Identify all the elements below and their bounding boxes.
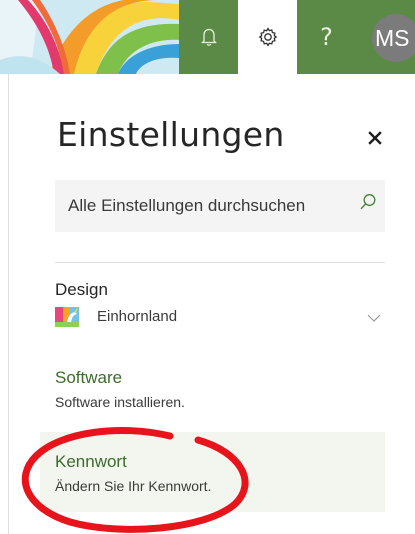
design-value[interactable]: Einhornland [97, 308, 177, 325]
close-icon [368, 131, 382, 145]
top-header: ? MS [0, 0, 415, 74]
help-button[interactable]: ? [297, 0, 356, 74]
section-divider [55, 262, 385, 263]
panel-left-border [8, 74, 9, 534]
software-item[interactable]: Software Software installieren. [40, 352, 385, 428]
password-subtitle: Ändern Sie Ihr Kennwort. [55, 478, 212, 494]
bell-icon [200, 28, 217, 46]
panel-title: Einstellungen [57, 115, 285, 154]
help-label: ? [320, 23, 333, 51]
rainbow-theme-banner [0, 0, 179, 74]
settings-panel: Einstellungen Alle Einstellungen durchsu… [0, 74, 415, 534]
design-label: Design [55, 280, 108, 299]
password-title[interactable]: Kennwort [55, 452, 127, 472]
settings-search-input[interactable]: Alle Einstellungen durchsuchen [55, 180, 385, 232]
unicorn-theme-thumbnail [55, 307, 79, 327]
password-item[interactable]: Kennwort Ändern Sie Ihr Kennwort. [40, 432, 385, 512]
chevron-down-icon[interactable] [367, 314, 381, 322]
search-placeholder: Alle Einstellungen durchsuchen [68, 196, 306, 215]
avatar[interactable]: MS [372, 14, 415, 62]
software-title[interactable]: Software [55, 368, 122, 388]
notifications-button[interactable] [179, 0, 238, 74]
close-button[interactable] [364, 127, 386, 149]
software-subtitle: Software installieren. [55, 394, 185, 410]
search-icon[interactable] [358, 192, 378, 212]
gear-icon [258, 27, 277, 47]
settings-button[interactable] [238, 0, 297, 74]
